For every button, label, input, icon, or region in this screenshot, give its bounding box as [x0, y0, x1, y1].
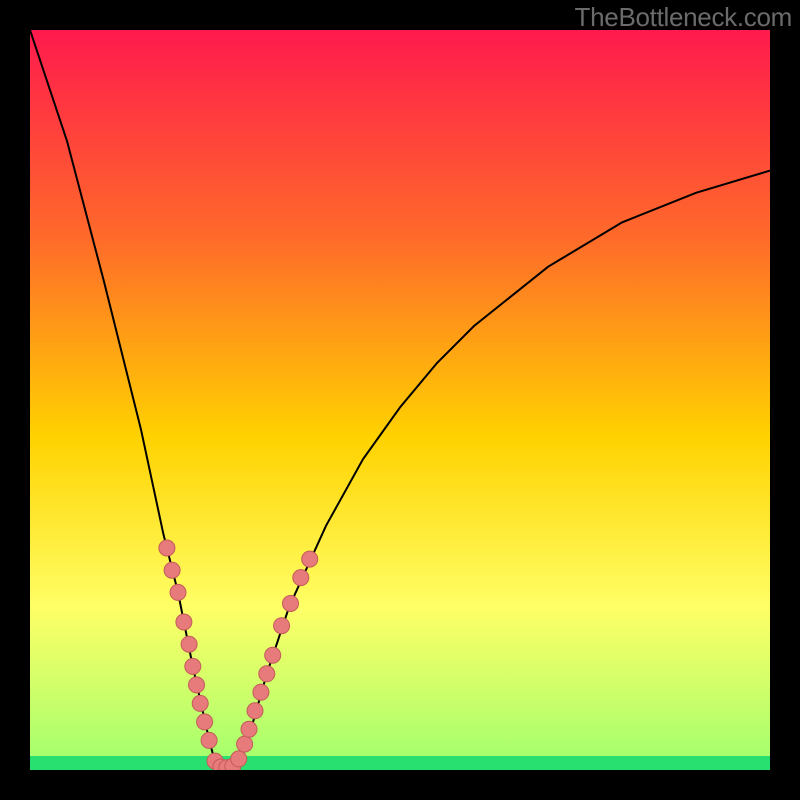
data-point	[274, 618, 290, 634]
watermark-text: TheBottleneck.com	[575, 2, 792, 33]
data-point	[170, 584, 186, 600]
data-point	[283, 596, 299, 612]
data-point	[302, 551, 318, 567]
data-point	[201, 732, 217, 748]
data-point	[159, 540, 175, 556]
data-point	[259, 666, 275, 682]
data-point	[241, 721, 257, 737]
data-point	[293, 570, 309, 586]
data-point	[253, 684, 269, 700]
data-point	[176, 614, 192, 630]
bottleneck-chart	[30, 30, 770, 770]
data-point	[185, 658, 201, 674]
green-band	[30, 756, 770, 770]
data-point	[231, 751, 247, 767]
data-point	[189, 677, 205, 693]
data-point	[237, 736, 253, 752]
chart-frame: TheBottleneck.com	[0, 0, 800, 800]
data-point	[247, 703, 263, 719]
data-point	[164, 562, 180, 578]
gradient-background	[30, 30, 770, 770]
data-point	[181, 636, 197, 652]
data-point	[265, 647, 281, 663]
data-point	[197, 714, 213, 730]
plot-area	[30, 30, 770, 770]
data-point	[192, 695, 208, 711]
